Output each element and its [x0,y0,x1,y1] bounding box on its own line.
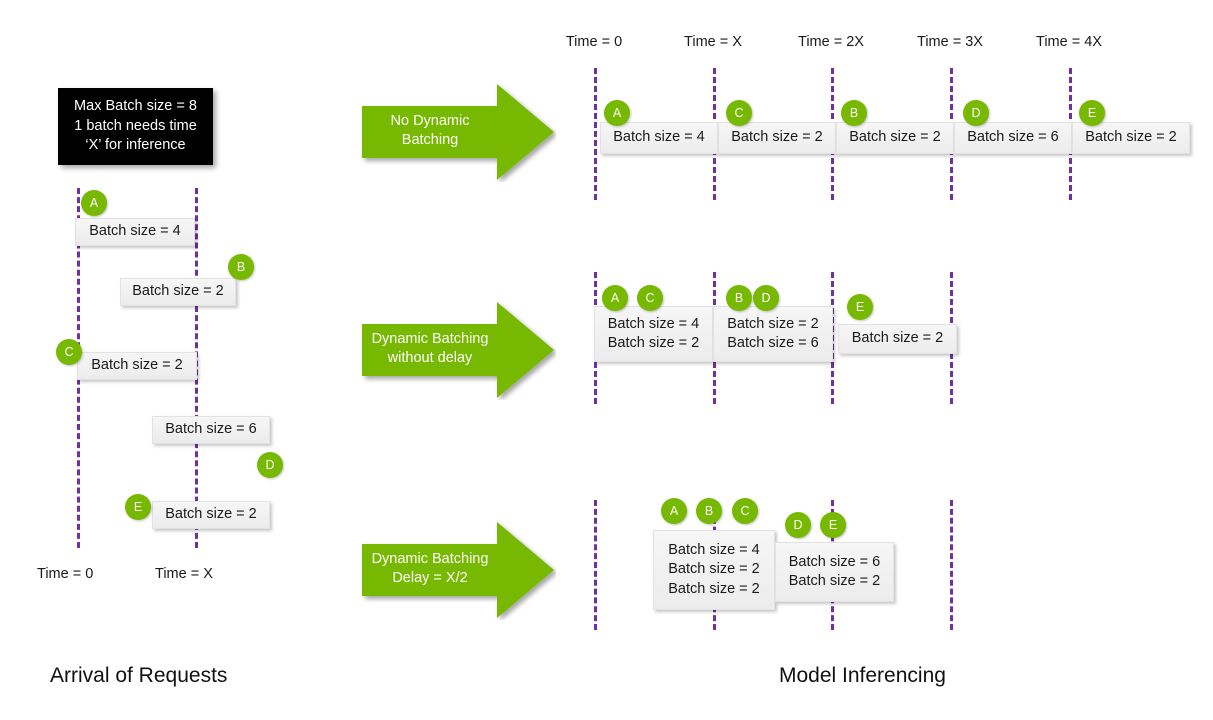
time-header-0: Time = 0 [565,34,623,50]
inference-batch-box-no-dynamic-batching-3: Batch size = 6 [954,122,1072,154]
batch-size-label: Batch size = 2 [1085,129,1177,146]
request-marker-dynamic-batching-delay-half-x-C: C [732,498,758,524]
time-header-2: Time = 2X [798,34,864,50]
gridline-dynamic-batching-delay-half-x-0 [594,500,597,630]
arrival-batch-box-A: Batch size = 4 [75,218,195,246]
request-marker-no-dynamic-batching-E: E [1079,100,1105,126]
arrow-label-line-2: Batching [401,131,459,148]
batch-size-label: Batch size = 2 [668,580,760,597]
gridline-dynamic-batching-delay-half-x-3 [950,500,953,630]
arrow-label: Dynamic Batching without delay [360,330,500,368]
left-panel-title: Arrival of Requests [50,664,228,687]
batch-size-label: Batch size = 4 [89,223,181,240]
time-header-3: Time = 3X [917,34,983,50]
inference-batch-box-dynamic-batching-without-delay-0: Batch size = 4 Batch size = 2 [594,306,713,362]
request-marker-B: B [228,254,254,280]
request-marker-no-dynamic-batching-D: D [963,100,989,126]
arrow-dynamic-batching-without-delay: Dynamic Batching without delay [360,300,556,400]
inference-batch-box-no-dynamic-batching-4: Batch size = 2 [1072,122,1190,154]
arrow-no-dynamic-batching: No Dynamic Batching [360,82,556,182]
batch-size-label: Batch size = 6 [788,553,881,570]
right-panel-title: Model Inferencing [779,664,946,687]
request-marker-dynamic-batching-delay-half-x-A: A [661,498,687,524]
arrival-batch-box-D: Batch size = 6 [152,416,270,444]
arrow-label: No Dynamic Batching [360,112,500,150]
batch-size-label: Batch size = 6 [727,335,819,351]
callout-line-3: ‘X’ for inference [85,137,186,154]
arrival-batch-box-E: Batch size = 2 [152,501,270,529]
arrow-label-line-2: without delay [387,349,473,366]
request-marker-dynamic-batching-delay-half-x-E: E [820,512,846,538]
arrival-axis-label-1: Time = X [155,566,213,582]
batch-size-label: Batch size = 2 [851,330,944,347]
batch-size-label: Batch size = 2 [727,315,819,332]
gridline-no-dynamic-batching-0 [594,68,597,200]
arrow-label-line-1: Dynamic Batching [371,551,489,567]
batch-size-label: Batch size = 6 [967,129,1059,146]
batch-size-label: Batch size = 2 [668,561,760,578]
request-marker-dynamic-batching-without-delay-B: B [726,285,752,311]
request-marker-dynamic-batching-delay-half-x-B: B [696,498,722,524]
arrow-label-line-1: Dynamic Batching [371,331,489,347]
request-marker-dynamic-batching-without-delay-A: A [602,285,628,311]
batch-size-label: Batch size = 4 [668,542,760,559]
batch-size-label: Batch size = 2 [788,573,881,589]
callout-line-2: 1 batch needs time [74,117,197,134]
arrival-batch-box-B: Batch size = 2 [120,278,236,306]
batch-size-label: Batch size = 2 [132,283,224,300]
inference-batch-box-dynamic-batching-delay-half-x-1: Batch size = 6 Batch size = 2 [775,542,894,602]
inference-batch-box-dynamic-batching-delay-half-x-0: Batch size = 4 Batch size = 2 Batch size =… [653,530,775,610]
request-marker-dynamic-batching-without-delay-C: C [637,285,663,311]
max-batch-size-callout: Max Batch size = 8 1 batch needs time ‘X… [58,88,213,165]
inference-batch-box-no-dynamic-batching-2: Batch size = 2 [836,122,954,154]
batch-size-label: Batch size = 2 [607,335,700,351]
arrow-label-line-2: Delay = X/2 [392,569,468,586]
batch-size-label: Batch size = 2 [91,357,183,374]
time-header-1: Time = X [684,34,742,50]
batch-size-label: Batch size = 2 [849,129,941,146]
arrival-batch-box-C: Batch size = 2 [77,352,197,380]
request-marker-A: A [81,190,107,216]
request-marker-no-dynamic-batching-B: B [841,100,867,126]
arrow-label: Dynamic Batching Delay = X/2 [360,550,500,588]
batch-size-label: Batch size = 4 [613,129,705,146]
request-marker-dynamic-batching-delay-half-x-D: D [785,512,811,538]
batch-size-label: Batch size = 4 [607,315,700,332]
batch-size-label: Batch size = 2 [731,129,823,146]
inference-batch-box-no-dynamic-batching-0: Batch size = 4 [600,122,718,154]
callout-line-1: Max Batch size = 8 [74,97,197,114]
request-marker-dynamic-batching-without-delay-E: E [847,294,873,320]
request-marker-no-dynamic-batching-C: C [726,100,752,126]
inference-batch-box-dynamic-batching-without-delay-1: Batch size = 2 Batch size = 6 [713,306,833,362]
inference-batch-box-no-dynamic-batching-1: Batch size = 2 [718,122,836,154]
batch-size-label: Batch size = 2 [165,506,257,523]
request-marker-no-dynamic-batching-A: A [604,100,630,126]
request-marker-E: E [125,494,151,520]
inference-batch-box-dynamic-batching-without-delay-2: Batch size = 2 [838,324,957,354]
arrow-label-line-1: No Dynamic [390,113,470,129]
request-marker-C: C [56,339,82,365]
request-marker-D: D [257,452,283,478]
arrow-dynamic-batching-delay-half-x: Dynamic Batching Delay = X/2 [360,520,556,620]
time-header-4: Time = 4X [1036,34,1102,50]
request-marker-dynamic-batching-without-delay-D: D [753,285,779,311]
batch-size-label: Batch size = 6 [165,421,257,438]
arrival-axis-label-0: Time = 0 [37,566,94,582]
